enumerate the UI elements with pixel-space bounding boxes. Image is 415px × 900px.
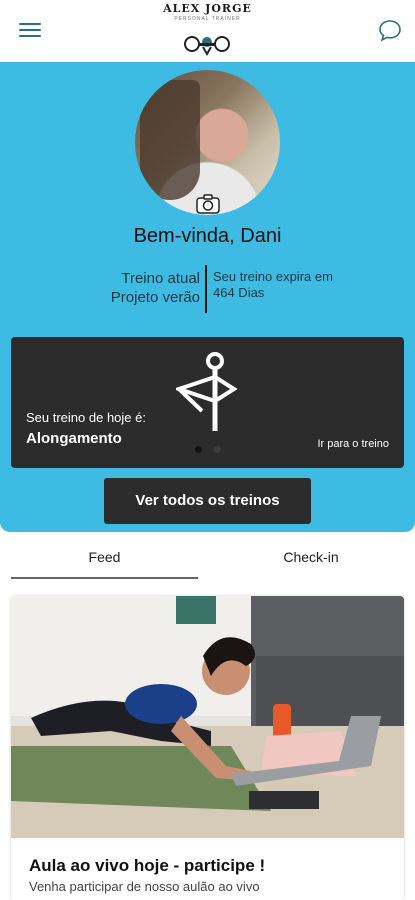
feed-post-image (11, 596, 404, 838)
dumbbell-logo-icon (184, 36, 230, 56)
today-label: Seu treino de hoje é: (26, 410, 146, 425)
brand-subtitle: PERSONAL TRAINER (174, 16, 241, 22)
expires-value: 464 Dias (213, 285, 265, 300)
welcome-message: Bem-vinda, Dani (133, 225, 282, 247)
avatar-hair (140, 80, 200, 200)
profile-header: Bem-vinda, Dani Treino atual Projeto ver… (0, 62, 415, 532)
tab-check-in[interactable]: Check-in (210, 532, 412, 582)
brand-name: ALEX JORGE (163, 2, 252, 15)
camera-icon[interactable] (196, 194, 220, 214)
plan-label: Treino atual (121, 270, 200, 287)
plan-name: Projeto verão (110, 289, 200, 306)
chat-bubble-icon[interactable] (378, 18, 402, 42)
expires-label: Seu treino expira em (213, 269, 333, 284)
feed-post-title: Aula ao vivo hoje - participe ! (29, 856, 266, 875)
plan-expiry: Seu treino expira em 464 Dias (213, 269, 333, 301)
feed-post-card[interactable]: Aula ao vivo hoje - participe ! Venha pa… (11, 596, 404, 900)
carousel-dot[interactable] (214, 446, 221, 453)
tab-bar: Feed Check-in (0, 532, 415, 582)
selected-tab-indicator (11, 577, 198, 579)
plan-info: Treino atual Projeto verão Seu treino ex… (0, 265, 415, 315)
today-workout-card[interactable]: Seu treino de hoje é: Alongamento Ir par… (11, 337, 404, 468)
carousel-dot-active[interactable] (195, 446, 202, 453)
plan-divider (205, 265, 207, 313)
current-plan: Treino atual Projeto verão (111, 269, 200, 307)
top-bar: ALEX JORGE PERSONAL TRAINER (0, 0, 415, 62)
brand-logo: ALEX JORGE PERSONAL TRAINER (140, 2, 275, 56)
today-workout-name: Alongamento (26, 430, 122, 447)
view-all-workouts-button[interactable]: Ver todos os treinos (104, 478, 311, 524)
stretching-figure-icon (176, 352, 238, 431)
feed-post-description: Venha participar de nosso aulão ao vivo (29, 879, 260, 894)
go-to-workout-link[interactable]: Ir para o treino (317, 438, 389, 450)
hamburger-menu-icon[interactable] (19, 22, 41, 39)
tab-feed[interactable]: Feed (11, 532, 198, 582)
